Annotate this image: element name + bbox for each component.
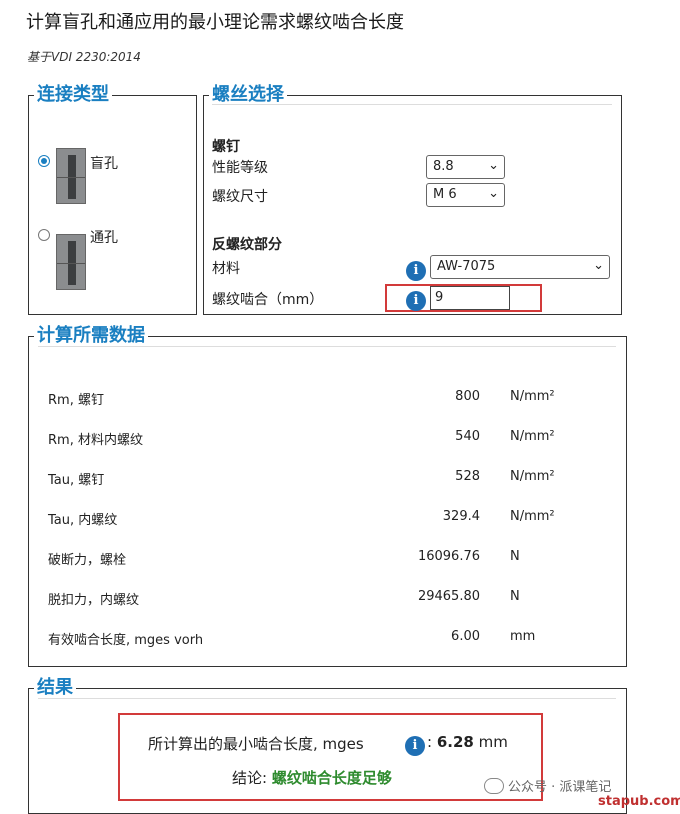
legend-rule xyxy=(38,346,616,347)
panel-corner xyxy=(616,336,626,337)
bolt-heading: 螺钉 xyxy=(212,139,240,155)
screw-selection-legend: 螺丝选择 xyxy=(209,84,287,106)
panel-corner xyxy=(611,95,621,96)
data-label: 有效啮合长度, mges vorh xyxy=(48,633,204,648)
data-unit: N/mm² xyxy=(510,389,555,404)
data-row: 脱扣力，内螺纹 29465.80 N xyxy=(48,589,568,609)
data-value: 16096.76 xyxy=(417,549,480,564)
legend-rule xyxy=(212,104,612,105)
data-label: Rm, 材料内螺纹 xyxy=(48,433,143,448)
panel-corner xyxy=(616,688,626,689)
connection-type-legend: 连接类型 xyxy=(34,84,112,106)
radio-through-hole[interactable] xyxy=(38,229,50,241)
data-value: 800 xyxy=(455,389,480,404)
radio-blind-hole[interactable] xyxy=(38,155,50,167)
chevron-down-icon: ⌄ xyxy=(488,186,499,201)
grade-select-value: 8.8 xyxy=(433,159,454,174)
material-select[interactable]: AW-7075 ⌄ xyxy=(430,255,610,279)
blind-hole-label: 盲孔 xyxy=(90,156,118,172)
data-label: Tau, 螺钉 xyxy=(48,473,105,488)
data-unit: N xyxy=(510,549,520,564)
data-row: Rm, 螺钉 800 N/mm² xyxy=(48,389,568,409)
conclusion-value: 螺纹啮合长度足够 xyxy=(271,769,392,787)
data-value: 540 xyxy=(455,429,480,444)
connection-type-panel xyxy=(28,95,197,315)
page-title: 计算盲孔和通应用的最小理论需求螺纹啮合长度 xyxy=(26,12,404,33)
data-label: Tau, 内螺纹 xyxy=(48,513,118,528)
result-colon: : xyxy=(427,733,433,751)
min-engagement-value: 6.28 xyxy=(436,733,474,751)
data-row: Tau, 螺钉 528 N/mm² xyxy=(48,469,568,489)
blind-hole-image xyxy=(56,148,86,204)
data-label: 脱扣力，内螺纹 xyxy=(48,593,140,608)
size-select[interactable]: M 6 ⌄ xyxy=(426,183,505,207)
data-row: Tau, 内螺纹 329.4 N/mm² xyxy=(48,509,568,529)
data-row: 有效啮合长度, mges vorh 6.00 mm xyxy=(48,629,568,649)
conclusion-line: 结论: 螺纹啮合长度足够 xyxy=(232,767,392,788)
data-unit: mm xyxy=(510,629,536,644)
grade-label: 性能等级 xyxy=(212,160,268,176)
data-unit: N xyxy=(510,589,520,604)
engagement-input[interactable]: 9 xyxy=(430,286,510,310)
grade-select[interactable]: 8.8 ⌄ xyxy=(426,155,505,179)
data-label: 破断力，螺栓 xyxy=(48,553,127,568)
data-row: 破断力，螺栓 16096.76 N xyxy=(48,549,568,569)
engagement-label: 螺纹啮合（mm） xyxy=(212,292,324,308)
calc-data-panel xyxy=(28,336,627,667)
chevron-down-icon: ⌄ xyxy=(488,158,499,173)
watermark-text: 公众号 · 派课笔记 xyxy=(508,780,612,795)
data-row: Rm, 材料内螺纹 540 N/mm² xyxy=(48,429,568,449)
min-engagement-value-line: : 6.28 mm xyxy=(427,733,508,751)
counter-thread-heading: 反螺纹部分 xyxy=(212,237,282,253)
data-value: 29465.80 xyxy=(417,589,480,604)
conclusion-label: 结论: xyxy=(232,769,268,787)
material-info-icon[interactable]: i xyxy=(406,261,426,281)
material-label: 材料 xyxy=(212,261,240,277)
result-legend: 结果 xyxy=(34,677,76,699)
size-select-value: M 6 xyxy=(433,187,457,202)
panel-corner xyxy=(186,95,196,96)
size-label: 螺纹尺寸 xyxy=(212,189,268,205)
through-hole-image xyxy=(56,234,86,290)
min-engagement-label: 所计算出的最小啮合长度, mges xyxy=(148,735,364,753)
material-select-value: AW-7075 xyxy=(437,259,496,274)
data-unit: N/mm² xyxy=(510,509,555,524)
data-unit: N/mm² xyxy=(510,429,555,444)
chevron-down-icon: ⌄ xyxy=(593,258,604,273)
engagement-info-icon[interactable]: i xyxy=(406,291,426,311)
calc-data-legend: 计算所需数据 xyxy=(34,325,148,347)
wechat-icon xyxy=(484,778,504,794)
standard-subtitle: 基于VDI 2230:2014 xyxy=(27,50,141,64)
min-engagement-line: 所计算出的最小啮合长度, mges xyxy=(148,733,364,754)
legend-rule xyxy=(38,698,616,699)
data-value: 6.00 xyxy=(451,629,480,644)
min-engagement-unit: mm xyxy=(478,733,508,751)
data-label: Rm, 螺钉 xyxy=(48,393,104,408)
data-value: 329.4 xyxy=(442,509,480,524)
result-info-icon[interactable]: i xyxy=(405,736,425,756)
data-unit: N/mm² xyxy=(510,469,555,484)
through-hole-label: 通孔 xyxy=(90,230,118,246)
watermark-site: stapub.com xyxy=(598,794,680,809)
data-value: 528 xyxy=(455,469,480,484)
